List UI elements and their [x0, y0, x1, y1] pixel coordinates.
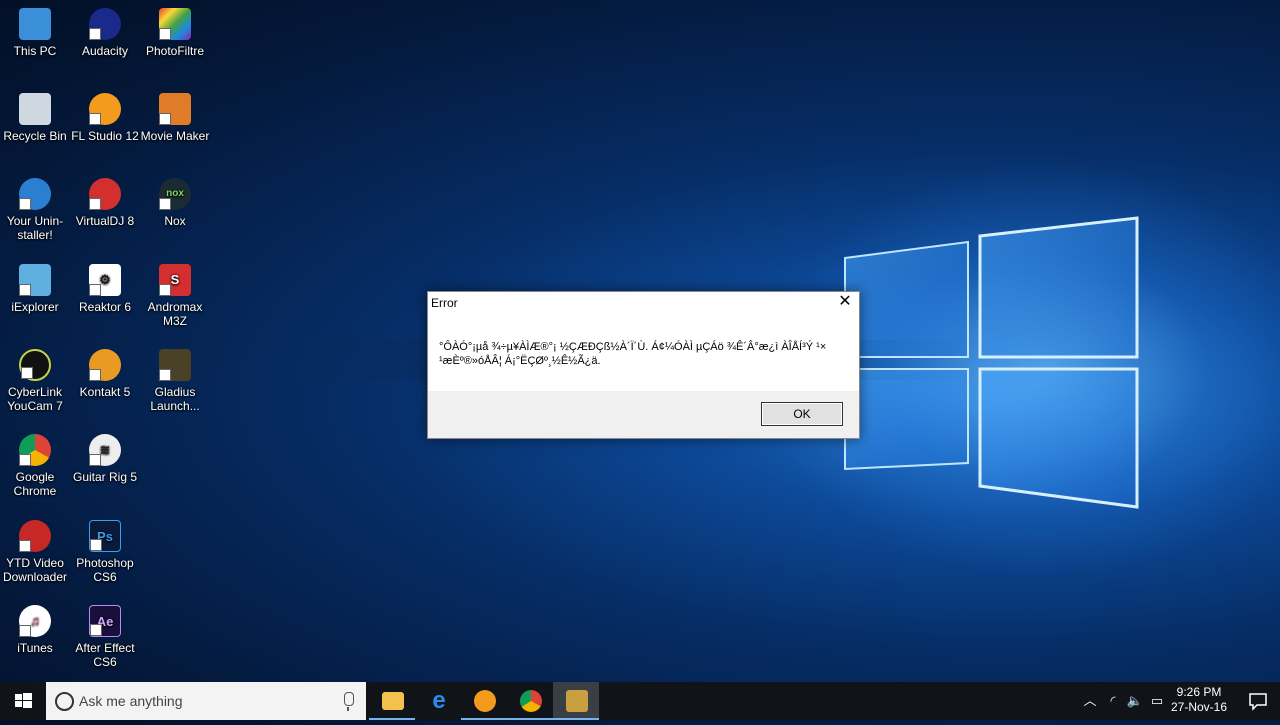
clock-date: 27-Nov-16: [1170, 700, 1228, 714]
recycle-bin-icon: [19, 93, 51, 125]
desktop-icon-label: PhotoFiltre: [145, 44, 205, 58]
uninstaller-icon: [19, 178, 51, 210]
desktop-icon-label: Google Chrome: [13, 470, 57, 498]
desktop-icon-label: Guitar Rig 5: [72, 470, 138, 484]
battery-icon[interactable]: ▭: [1146, 682, 1168, 720]
action-center-button[interactable]: [1236, 682, 1280, 720]
edge-icon: e: [432, 687, 446, 714]
desktop-icon-virtualdj[interactable]: VirtualDJ 8: [70, 178, 140, 228]
desktop-icon-reaktor[interactable]: ⚙ Reaktor 6: [70, 264, 140, 314]
audacity-icon: [89, 8, 121, 40]
notification-icon: [1249, 693, 1267, 711]
dialog-footer: OK: [428, 391, 859, 438]
chevron-up-icon[interactable]: ︿: [1079, 682, 1101, 720]
error-message: °ÔÀÓ°¡µå ¾÷µ¥ÀÌÆ®°¡ ½ÇÆÐÇß½À´Ï´Ù. Á¢¼ÓÀÌ…: [439, 341, 827, 367]
close-icon[interactable]: ✕: [837, 294, 853, 310]
file-explorer-icon: [382, 692, 404, 710]
clock[interactable]: 9:26 PM 27-Nov-16: [1168, 685, 1230, 715]
virtualdj-icon: [89, 178, 121, 210]
clock-time: 9:26 PM: [1176, 685, 1222, 699]
desktop-icon-your-uninstaller[interactable]: Your Unin-staller!: [0, 178, 70, 242]
desktop-icon-label: Your Unin-staller!: [6, 214, 64, 242]
cortana-icon: [55, 692, 74, 711]
desktop-icon-label: This PC: [13, 44, 57, 58]
desktop-icon-fl-studio[interactable]: FL Studio 12: [70, 93, 140, 143]
taskbar-game-launcher[interactable]: [553, 682, 599, 720]
chrome-icon: [19, 434, 51, 466]
reaktor-icon: ⚙: [89, 264, 121, 296]
desktop-icon-kontakt[interactable]: Kontakt 5: [70, 349, 140, 399]
desktop-icon-label: iExplorer: [11, 300, 59, 314]
ytd-icon: [19, 520, 51, 552]
ok-button[interactable]: OK: [761, 402, 843, 426]
iexplorer-icon: [19, 264, 51, 296]
search-box[interactable]: Ask me anything: [46, 682, 366, 720]
dialog-title: Error: [431, 296, 458, 310]
fl-studio-icon: [474, 690, 496, 712]
photofiltre-icon: [159, 8, 191, 40]
desktop-icon-label: Recycle Bin: [3, 129, 67, 143]
desktop-icon-google-chrome[interactable]: Google Chrome: [0, 434, 70, 498]
taskbar: Ask me anything e ︿ ◜ 🔈 ▭ 9:26 PM 27-Nov…: [0, 682, 1280, 720]
desktop-icon-audacity[interactable]: Audacity: [70, 8, 140, 58]
desktop-icon-ytd-downloader[interactable]: YTD Video Downloader: [0, 520, 70, 584]
desktop-icon-label: Andromax M3Z: [147, 300, 203, 328]
desktop-icon-iexplorer[interactable]: iExplorer: [0, 264, 70, 314]
desktop-icon-andromax[interactable]: S Andromax M3Z: [140, 264, 210, 328]
movie-maker-icon: [159, 93, 191, 125]
taskbar-file-explorer[interactable]: [369, 682, 415, 720]
desktop-icon-guitar-rig[interactable]: ≋ Guitar Rig 5: [70, 434, 140, 484]
desktop-icon-itunes[interactable]: ♫ iTunes: [0, 605, 70, 655]
kontakt-icon: [89, 349, 121, 381]
nox-icon: nox: [159, 178, 191, 210]
photoshop-icon: Ps: [89, 520, 121, 552]
desktop-icon-label: iTunes: [17, 641, 53, 655]
error-dialog: Error ✕ °ÔÀÓ°¡µå ¾÷µ¥ÀÌÆ®°¡ ½ÇÆÐÇß½À´Ï´Ù…: [427, 291, 860, 439]
taskbar-edge[interactable]: e: [415, 682, 461, 720]
desktop-icon-photofiltre[interactable]: PhotoFiltre: [140, 8, 210, 58]
wifi-icon[interactable]: ◜: [1102, 682, 1124, 720]
this-pc-icon: [19, 8, 51, 40]
desktop-icon-recycle-bin[interactable]: Recycle Bin: [0, 93, 70, 143]
chrome-icon: [520, 690, 542, 712]
desktop-icon-this-pc[interactable]: This PC: [0, 8, 70, 58]
youcam-icon: [19, 349, 51, 381]
desktop-icon-label: Gladius Launch...: [150, 385, 200, 413]
desktop-icon-label: After Effect CS6: [75, 641, 135, 669]
fl-studio-icon: [89, 93, 121, 125]
desktop-icon-after-effects[interactable]: Ae After Effect CS6: [70, 605, 140, 669]
desktop-icon-movie-maker[interactable]: Movie Maker: [140, 93, 210, 143]
dialog-titlebar[interactable]: Error ✕: [428, 292, 859, 314]
desktop-icon-label: Audacity: [81, 44, 129, 58]
taskbar-fl-studio[interactable]: [461, 682, 507, 720]
desktop-icon-label: Movie Maker: [140, 129, 210, 143]
desktop-icon-label: Nox: [164, 214, 186, 228]
search-placeholder: Ask me anything: [79, 693, 183, 709]
desktop-icon-label: FL Studio 12: [71, 129, 139, 143]
desktop-icon-gladius[interactable]: Gladius Launch...: [140, 349, 210, 413]
after-effects-icon: Ae: [89, 605, 121, 637]
gladius-shield-icon: [159, 349, 191, 381]
desktop-icon-nox[interactable]: nox Nox: [140, 178, 210, 228]
taskbar-chrome[interactable]: [507, 682, 553, 720]
itunes-icon: ♫: [19, 605, 51, 637]
desktop-icon-label: Kontakt 5: [79, 385, 131, 399]
desktop-icon-label: YTD Video Downloader: [2, 556, 68, 584]
volume-icon[interactable]: 🔈: [1124, 682, 1146, 720]
start-button[interactable]: [0, 682, 46, 720]
desktop-icon-label: VirtualDJ 8: [75, 214, 135, 228]
desktop-icon-label: CyberLink YouCam 7: [7, 385, 63, 413]
guitar-rig-icon: ≋: [89, 434, 121, 466]
desktop-icon-photoshop[interactable]: Ps Photoshop CS6: [70, 520, 140, 584]
windows-start-icon: [15, 693, 32, 708]
desktop-icon-cyberlink-youcam[interactable]: CyberLink YouCam 7: [0, 349, 70, 413]
desktop-icon-label: Photoshop CS6: [76, 556, 134, 584]
desktop-icon-label: Reaktor 6: [78, 300, 132, 314]
game-launcher-icon: [566, 690, 588, 712]
andromax-icon: S: [159, 264, 191, 296]
microphone-icon[interactable]: [344, 692, 354, 711]
